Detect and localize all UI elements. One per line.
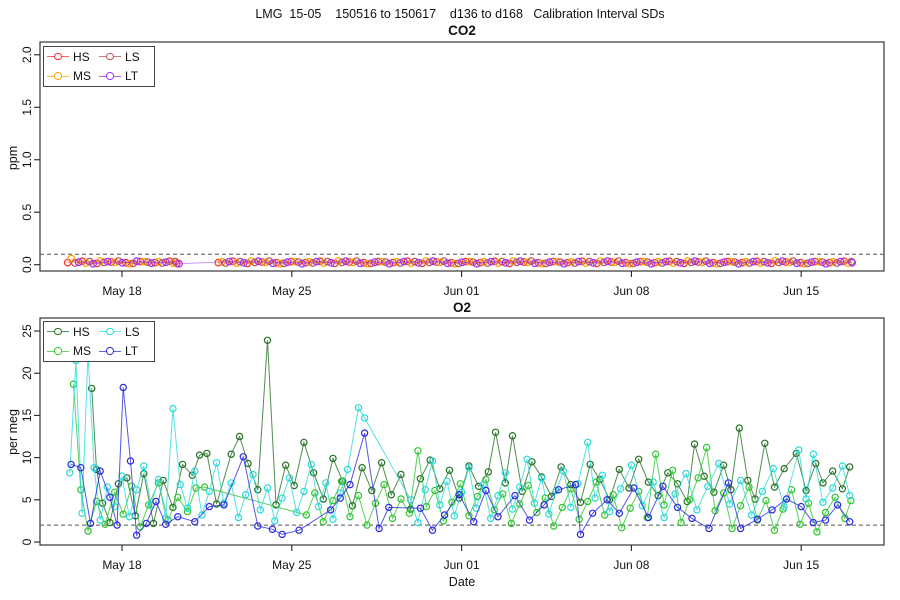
lt-line-marker-icon [99, 347, 121, 355]
lt-line-marker-icon [99, 72, 121, 80]
legend-entry-lt: LT [99, 342, 151, 362]
ls-line-marker-icon [99, 52, 121, 61]
co2-x-tick-label: May 25 [272, 284, 312, 298]
o2-y-tick-label: 5 [20, 496, 34, 503]
co2-y-tick-label: 0.5 [20, 204, 34, 221]
o2-y-tick-label: 0 [20, 538, 34, 545]
o2-series-line-hs [91, 340, 851, 525]
co2-y-tick-label: 1.5 [20, 99, 34, 116]
o2-data-point-hs [846, 463, 854, 471]
co2-x-tick-label: Jun 15 [783, 284, 819, 298]
o2-y-axis-label: per meg [6, 409, 20, 455]
hs-line-marker-icon [47, 52, 69, 61]
ms-line-marker-icon [47, 347, 69, 355]
legend-entry-ms: MS [47, 342, 99, 362]
calibration-sd-figure: 0.0 0.5 1.0 1.5 2.0 May 18 May 25 Jun 01 Jun 08 J… [0, 0, 900, 600]
legend-label: MS [73, 69, 91, 84]
legend-entry-lt: LT [99, 67, 151, 87]
co2-panel-title: CO2 [448, 23, 476, 38]
o2-series-line-lt [70, 387, 851, 537]
co2-legend: HS MS LS LT [43, 46, 155, 87]
legend-label: HS [73, 324, 90, 339]
co2-x-tick-label: Jun 01 [444, 284, 480, 298]
co2-x-tick-label: Jun 08 [613, 284, 649, 298]
co2-y-tick-label: 1.0 [20, 151, 34, 168]
co2-plot-frame [39, 41, 885, 272]
ms-line-marker-icon [47, 72, 69, 80]
legend-label: LT [125, 344, 139, 359]
legend-label: LT [125, 69, 139, 84]
legend-entry-ls: LS [99, 322, 151, 342]
hs-line-marker-icon [47, 327, 69, 336]
o2-y-tick-label: 10 [20, 451, 34, 465]
o2-x-tick-label: Jun 08 [613, 558, 649, 572]
o2-data-point-lt [846, 518, 854, 526]
legend-entry-hs: HS [47, 322, 99, 342]
legend-entry-ms: MS [47, 67, 99, 87]
o2-y-tick-label: 15 [20, 408, 34, 422]
co2-x-tick-label: May 18 [102, 284, 142, 298]
legend-entry-hs: HS [47, 47, 99, 67]
legend-label: HS [73, 49, 90, 64]
o2-y-tick-label: 25 [20, 324, 34, 338]
legend-label: MS [73, 344, 91, 359]
o2-y-tick-label: 20 [20, 366, 34, 380]
o2-x-tick-label: Jun 15 [783, 558, 819, 572]
co2-y-tick-label: 0.0 [20, 256, 34, 273]
co2-y-axis-label: ppm [6, 145, 20, 171]
o2-legend: HS MS LS LT [43, 321, 155, 362]
co2-y-tick-label: 2.0 [20, 46, 34, 63]
ls-line-marker-icon [99, 327, 121, 336]
legend-entry-ls: LS [99, 47, 151, 67]
o2-x-tick-label: May 25 [272, 558, 312, 572]
o2-x-tick-label: Jun 01 [444, 558, 480, 572]
figure-main-title: LMG 15-05 150516 to 150617 d136 to d168 … [255, 7, 665, 21]
o2-panel-title: O2 [452, 300, 471, 315]
legend-label: LS [125, 49, 140, 64]
o2-x-tick-label: May 18 [102, 558, 142, 572]
x-axis-label-date: Date [448, 575, 476, 589]
legend-label: LS [125, 324, 140, 339]
